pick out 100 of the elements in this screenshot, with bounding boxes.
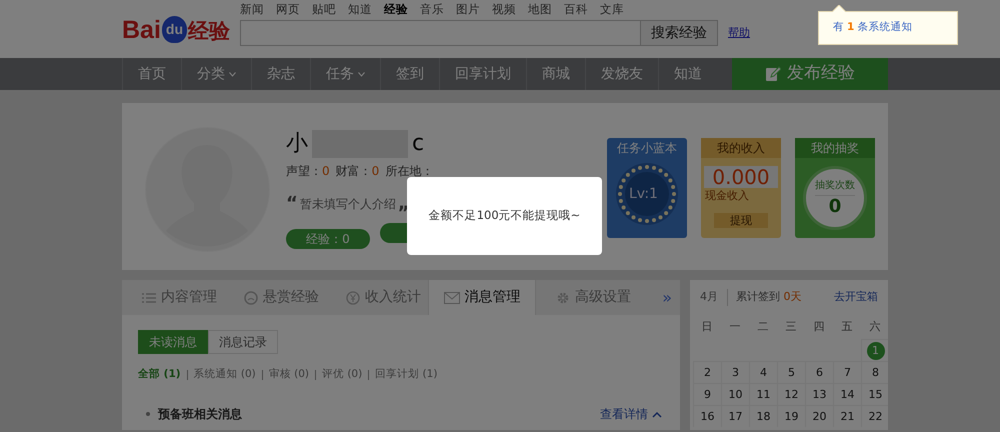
weekday-label: 五 (840, 319, 854, 335)
weekday-label: 四 (812, 319, 826, 335)
nav-item[interactable]: 发烧友 (585, 58, 658, 90)
chevron-icon (652, 410, 662, 418)
top-link[interactable]: 地图 (528, 1, 552, 18)
gear-icon (556, 290, 570, 304)
weekday-label: 二 (756, 319, 770, 335)
nav-item[interactable]: 知道 (658, 58, 717, 90)
income-card[interactable]: 我的收入 0.000 现金收入 提现 (701, 138, 781, 238)
card-title: 我的收入 (717, 140, 765, 157)
top-link[interactable]: 网页 (276, 1, 300, 18)
calendar-day[interactable]: 8 (872, 366, 879, 379)
calendar-day[interactable]: 17 (728, 410, 742, 423)
calendar-day[interactable]: 2 (704, 366, 711, 379)
user-name: 小 (286, 130, 308, 158)
section-title: 预备班相关消息 (158, 406, 242, 423)
calendar-day[interactable]: 4 (760, 366, 767, 379)
edit-icon (765, 66, 781, 82)
logo-text[interactable]: Bai (122, 16, 161, 44)
lottery-circle: 抽奖次数 0 (803, 166, 867, 230)
calendar-day[interactable]: 16 (700, 410, 714, 423)
top-link[interactable]: 视频 (492, 1, 516, 18)
filter-link[interactable]: 系统通知 (0) (194, 367, 256, 383)
calendar-day[interactable]: 19 (784, 410, 798, 423)
nav-item[interactable]: 签到 (380, 58, 439, 90)
stat-label: 财富：0 (336, 163, 380, 180)
nav-item[interactable]: 分类 (181, 58, 251, 90)
nav-item[interactable]: 任务 (310, 58, 380, 90)
calendar-day[interactable]: 11 (756, 388, 770, 401)
calendar-day[interactable]: 15 (868, 388, 882, 401)
search-field[interactable] (240, 20, 640, 46)
calendar-day[interactable]: 12 (784, 388, 798, 401)
calendar-day[interactable]: 13 (812, 388, 826, 401)
top-link[interactable]: 文库 (600, 1, 624, 18)
top-link[interactable]: 音乐 (420, 1, 444, 18)
more-tabs-button[interactable]: » (662, 280, 680, 315)
search-button[interactable]: 搜索经验 (640, 20, 718, 46)
yen-icon (346, 290, 360, 304)
nav-item[interactable]: 商城 (526, 58, 585, 90)
calendar-day[interactable]: 6 (816, 366, 823, 379)
task-card[interactable]: 任务小蓝本 Lv:1 (607, 138, 687, 238)
top-link[interactable]: 经验 (384, 1, 408, 18)
filter-link[interactable]: 全部 (1) (138, 367, 181, 383)
top-link[interactable]: 图片 (456, 1, 480, 18)
calendar-day[interactable]: 21 (840, 410, 854, 423)
tab[interactable]: 消息管理 (428, 280, 536, 315)
list-icon (142, 292, 156, 304)
dial-drawing (615, 162, 679, 226)
income-caption: 现金收入 (705, 188, 749, 204)
calendar-day[interactable]: 20 (812, 410, 826, 423)
top-link[interactable]: 新闻 (240, 1, 264, 18)
lottery-card[interactable]: 我的抽奖 抽奖次数 0 (795, 138, 875, 238)
top-link[interactable]: 贴吧 (312, 1, 336, 18)
quote-mark: „ (398, 192, 410, 216)
stat-label: 声望：0 (286, 163, 330, 180)
calendar-day[interactable]: 5 (788, 366, 795, 379)
calendar-day[interactable]: 14 (840, 388, 854, 401)
subtab[interactable]: 未读消息 (138, 330, 208, 354)
location-label: 所在地： (385, 163, 434, 180)
envelope-icon (444, 292, 460, 304)
calendar-day[interactable]: 22 (868, 410, 882, 423)
calendar-day[interactable]: 7 (844, 366, 851, 379)
weekday-label: 一 (728, 319, 742, 335)
nav-item[interactable]: 杂志 (251, 58, 310, 90)
tab[interactable]: 内容管理 (122, 280, 224, 315)
weekday-label: 六 (868, 319, 882, 335)
weekday-label: 三 (784, 319, 798, 335)
top-link[interactable]: 知道 (348, 1, 372, 18)
user-name: c (412, 130, 424, 158)
help-link[interactable]: 帮助 (728, 25, 750, 42)
logo-text[interactable]: 经验 (188, 19, 230, 43)
bullet-icon (146, 412, 150, 416)
details-link[interactable]: 查看详情 (600, 404, 662, 423)
nav-item[interactable]: 首页 (122, 58, 181, 90)
tab[interactable]: 高级设置 (536, 280, 638, 315)
month-label[interactable]: 4月 (700, 289, 728, 306)
filter-link[interactable]: 评优 (0) (322, 367, 362, 383)
top-link[interactable]: 百科 (564, 1, 588, 18)
calendar-day[interactable]: 18 (756, 410, 770, 423)
dialog-message: 金额不足100元不能提现哦~ (428, 207, 580, 224)
calendar-day[interactable]: 3 (732, 366, 739, 379)
nav-item[interactable]: 回享计划 (439, 58, 526, 90)
withdraw-button[interactable]: 提现 (714, 212, 768, 228)
subtab[interactable]: 消息记录 (208, 330, 278, 354)
level-text: Lv:1 (629, 185, 658, 204)
stat-pill[interactable]: 经验：0 (286, 229, 370, 249)
notification-text[interactable]: 有 1 条系统通知 (833, 20, 912, 36)
logo-badge[interactable]: du (162, 16, 188, 43)
chest-link[interactable]: 去开宝箱 (834, 289, 878, 306)
calendar-day[interactable]: 1 (866, 342, 884, 360)
filter-link[interactable]: 回享计划 (1) (375, 367, 438, 383)
calendar-day[interactable]: 10 (728, 388, 742, 401)
checkin-total: 累计签到 0天 (736, 289, 802, 306)
filter-link[interactable]: 审核 (0) (268, 367, 309, 383)
weekday-label: 日 (700, 319, 714, 335)
tab[interactable]: 悬赏经验 (224, 280, 326, 315)
publish-button[interactable]: 发布经验 (732, 58, 888, 90)
calendar-day[interactable]: 9 (704, 388, 711, 401)
tab[interactable]: 收入统计 (326, 280, 428, 315)
card-title: 任务小蓝本 (617, 140, 677, 157)
